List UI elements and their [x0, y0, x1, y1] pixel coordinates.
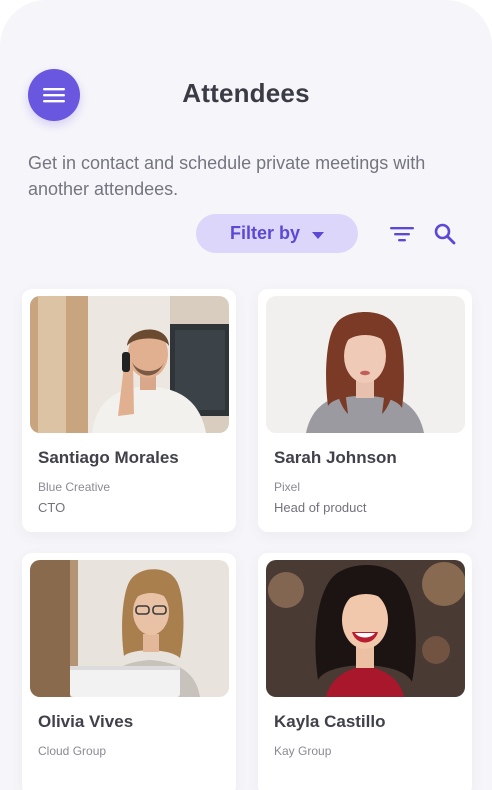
attendee-card[interactable]: Kayla Castillo Kay Group [258, 553, 472, 790]
attendee-card[interactable]: Santiago Morales Blue Creative CTO [22, 289, 236, 532]
attendee-role: Head of product [274, 500, 367, 515]
attendee-name: Sarah Johnson [274, 448, 397, 467]
attendee-name: Kayla Castillo [274, 712, 386, 731]
attendee-role: CTO [38, 500, 66, 515]
attendee-photo [266, 560, 465, 697]
attendee-photo [266, 296, 465, 433]
filter-button[interactable] [387, 220, 417, 248]
attendee-name: Olivia Vives [38, 712, 134, 731]
attendee-company: Blue Creative [38, 480, 111, 494]
attendee-company: Cloud Group [38, 744, 107, 758]
attendee-company: Kay Group [274, 744, 332, 758]
filter-by-label: Filter by [229, 223, 300, 243]
filter-lines-icon [390, 227, 414, 242]
attendee-card[interactable]: Olivia Vives Cloud Group [22, 553, 236, 790]
attendee-name: Santiago Morales [38, 448, 179, 467]
attendee-company: Pixel [274, 480, 301, 494]
chevron-down-icon [312, 231, 324, 239]
intro-text: Get in contact and schedule private meet… [28, 153, 426, 199]
search-icon [434, 223, 456, 245]
app-screen: Attendees Get in contact and schedule pr… [0, 0, 492, 790]
search-button[interactable] [430, 220, 460, 248]
attendee-photo [30, 296, 229, 433]
attendee-photo [30, 560, 229, 697]
page-title: Attendees [182, 78, 310, 108]
filter-by-button[interactable]: Filter by [196, 214, 358, 253]
attendee-card[interactable]: Sarah Johnson Pixel Head of product [258, 289, 472, 532]
